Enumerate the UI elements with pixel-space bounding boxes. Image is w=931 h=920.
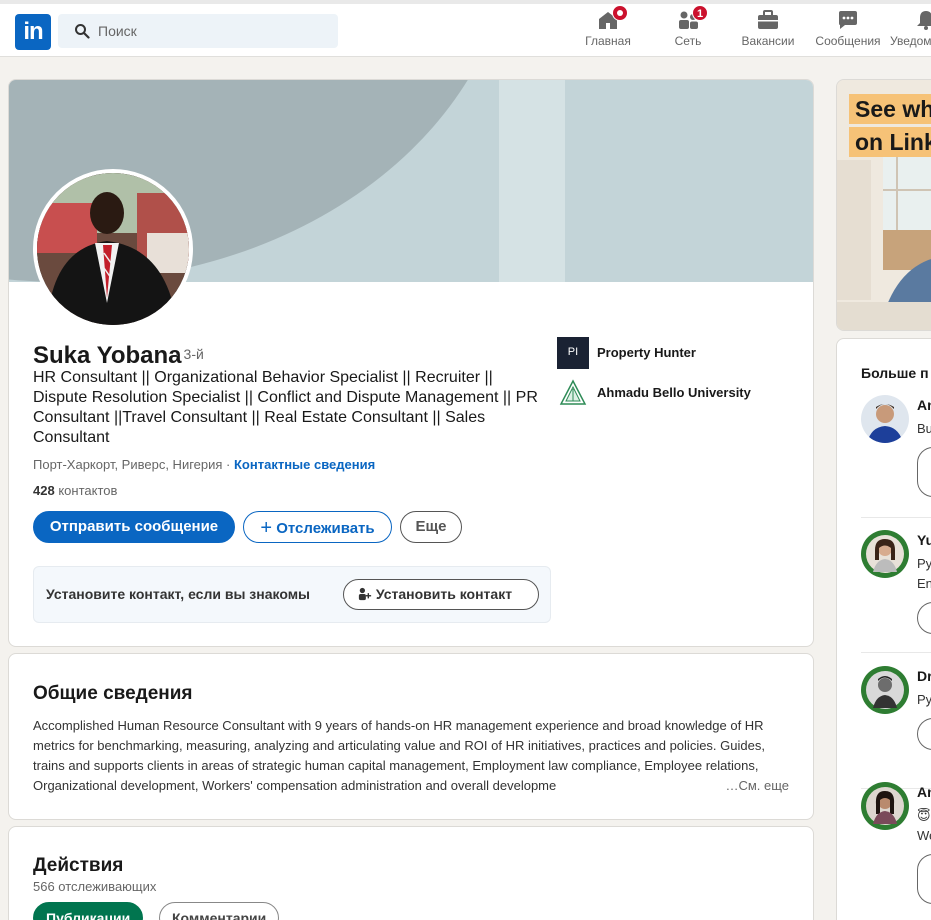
briefcase-icon bbox=[756, 8, 780, 32]
nav-item-notifications[interactable]: Уведом bbox=[890, 8, 931, 56]
home-icon bbox=[596, 5, 628, 32]
follow-label: Отслеживать bbox=[276, 520, 375, 537]
person-description: Ру bbox=[917, 556, 931, 571]
person-description: Ру bbox=[917, 692, 931, 707]
connect-button[interactable] bbox=[917, 854, 931, 904]
send-message-button[interactable]: Отправить сообщение bbox=[33, 511, 235, 543]
profile-avatar[interactable] bbox=[33, 169, 193, 329]
activity-title: Действия bbox=[33, 855, 124, 876]
network-icon: 1 bbox=[676, 5, 708, 32]
connection-degree: · 3-й bbox=[175, 346, 204, 362]
person-name[interactable]: An bbox=[917, 784, 931, 800]
messaging-icon bbox=[836, 8, 860, 32]
top-navigation-bar: in Главная 1 Сеть bbox=[0, 0, 931, 57]
people-also-viewed: Больше п An Bu Yu Ру En Dr Ру An 😇 W bbox=[836, 338, 931, 920]
about-text: Accomplished Human Resource Consultant w… bbox=[33, 718, 765, 793]
connect-prompt-box: Установите контакт, если вы знакомы Уста… bbox=[33, 566, 551, 623]
school-name: Ahmadu Bello University bbox=[597, 385, 751, 400]
avatar[interactable] bbox=[861, 395, 909, 443]
nav-label-messaging: Сообщения bbox=[815, 34, 881, 48]
ad-headline-line-1: See wh bbox=[849, 94, 931, 124]
nav-label-notifications: Уведом bbox=[890, 34, 931, 48]
avatar[interactable] bbox=[861, 782, 909, 830]
connections-number: 428 bbox=[33, 483, 55, 498]
property-hunter-logo-text: PI bbox=[567, 346, 579, 358]
connect-button[interactable] bbox=[917, 602, 931, 634]
followers-count: 566 отслеживающих bbox=[33, 879, 157, 894]
bell-icon bbox=[914, 8, 931, 32]
people-section-title: Больше п bbox=[861, 365, 929, 381]
person-description: 😇 bbox=[917, 808, 931, 823]
nav-label-home: Главная bbox=[585, 34, 631, 48]
profile-card: Suka Yobana · 3-й HR Consultant || Organ… bbox=[8, 79, 814, 647]
nav-item-jobs[interactable]: Вакансии bbox=[738, 8, 798, 56]
network-badge: 1 bbox=[692, 5, 708, 21]
list-item: An Bu bbox=[837, 395, 931, 525]
list-item: Yu Ру En bbox=[837, 530, 931, 660]
person-description: Bu bbox=[917, 421, 931, 436]
search-input[interactable] bbox=[98, 14, 328, 48]
about-section: Общие сведения Accomplished Human Resour… bbox=[8, 653, 814, 820]
avatar[interactable] bbox=[861, 530, 909, 578]
connect-button[interactable] bbox=[917, 718, 931, 750]
about-title: Общие сведения bbox=[33, 683, 193, 704]
plus-icon: + bbox=[260, 517, 273, 539]
search-box[interactable] bbox=[58, 14, 338, 48]
tab-comments[interactable]: Комментарии bbox=[159, 902, 280, 920]
connections-count: 428 контактов bbox=[33, 483, 117, 498]
person-name[interactable]: An bbox=[917, 397, 931, 413]
linkedin-logo[interactable]: in bbox=[15, 14, 51, 50]
person-name[interactable]: Yu bbox=[917, 532, 931, 548]
nav-item-network[interactable]: 1 Сеть bbox=[668, 5, 708, 56]
connect-button[interactable]: Установить контакт bbox=[343, 579, 539, 610]
banner-stripe bbox=[499, 80, 565, 282]
person-description-2: En bbox=[917, 576, 931, 591]
list-item: An 😇 We bbox=[837, 782, 931, 912]
connect-button[interactable] bbox=[917, 447, 931, 497]
divider bbox=[861, 652, 931, 653]
sidebar-ad[interactable]: See wh on Link bbox=[836, 79, 931, 331]
notification-dot bbox=[612, 5, 628, 21]
company-name: Property Hunter bbox=[597, 345, 696, 360]
location-text: Порт-Харкорт, Риверс, Нигерия · bbox=[33, 457, 231, 472]
follow-button[interactable]: + Отслеживать bbox=[243, 511, 392, 543]
nav-item-home[interactable]: Главная bbox=[584, 5, 632, 56]
connect-prompt-text: Установите контакт, если вы знакомы bbox=[46, 586, 311, 602]
tab-posts[interactable]: Публикации bbox=[33, 902, 144, 920]
more-button[interactable]: Еще bbox=[400, 511, 462, 543]
person-name[interactable]: Dr bbox=[917, 668, 931, 684]
contact-info-link[interactable]: Контактные сведения bbox=[234, 457, 375, 472]
profile-location: Порт-Харкорт, Риверс, Нигерия · Контактн… bbox=[33, 457, 375, 472]
property-hunter-logo: PI bbox=[557, 337, 589, 369]
divider bbox=[861, 517, 931, 518]
search-icon bbox=[75, 24, 90, 39]
nav-item-messaging[interactable]: Сообщения bbox=[814, 8, 882, 56]
connections-label: контактов bbox=[58, 483, 118, 498]
list-item: Dr Ру bbox=[837, 666, 931, 796]
profile-headline: HR Consultant || Organizational Behavior… bbox=[33, 369, 538, 446]
see-more-link[interactable]: …См. еще bbox=[719, 776, 789, 796]
add-person-icon bbox=[358, 587, 372, 601]
connect-button-label: Установить контакт bbox=[375, 586, 513, 602]
university-logo bbox=[557, 377, 589, 409]
ad-headline-line-2: on Link bbox=[849, 127, 931, 157]
nav-label-network: Сеть bbox=[674, 34, 702, 48]
person-description-2: We bbox=[917, 828, 931, 843]
nav-label-jobs: Вакансии bbox=[741, 34, 795, 48]
activity-section: Действия 566 отслеживающих Публикации Ко… bbox=[8, 826, 814, 920]
profile-name: Suka Yobana bbox=[33, 342, 182, 369]
avatar[interactable] bbox=[861, 666, 909, 714]
